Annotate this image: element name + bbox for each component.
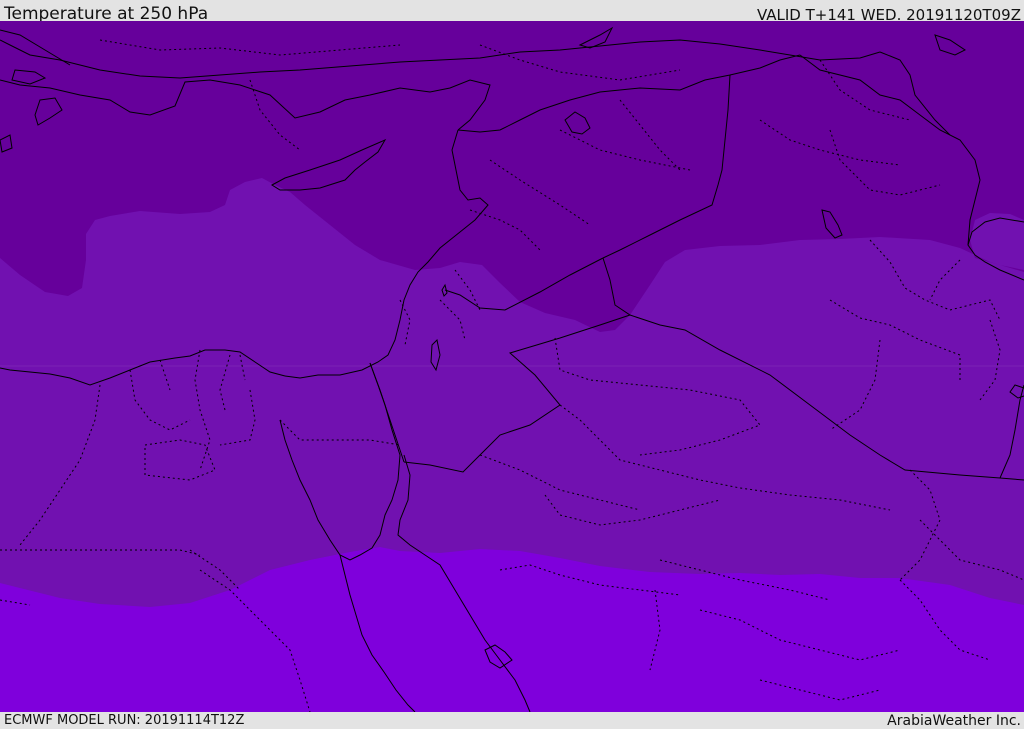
model-run-label: ECMWF MODEL RUN: 20191114T12Z <box>4 713 245 728</box>
map-frame: Temperature at 250 hPa VALID T+141 WED. … <box>0 0 1024 729</box>
header-bar: Temperature at 250 hPa VALID T+141 WED. … <box>0 0 1024 24</box>
credit-label: ArabiaWeather Inc. <box>887 713 1021 729</box>
temperature-map-svg <box>0 21 1024 712</box>
footer-bar: ECMWF MODEL RUN: 20191114T12Z ArabiaWeat… <box>0 712 1024 729</box>
map-canvas[interactable] <box>0 21 1024 712</box>
